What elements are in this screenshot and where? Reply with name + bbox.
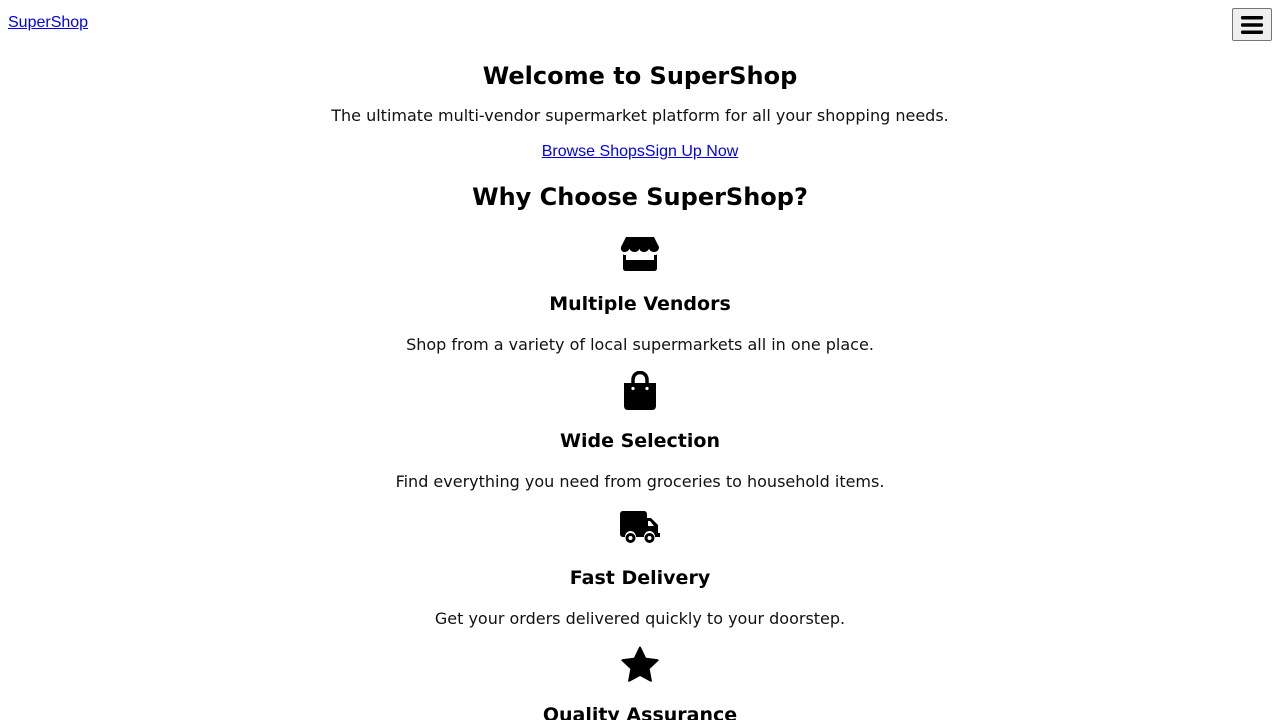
- features-title: Why Choose SuperShop?: [472, 183, 808, 211]
- feature-title: Quality Assurance: [542, 704, 738, 720]
- hamburger-icon: [1240, 15, 1264, 35]
- feature-title: Fast Delivery: [569, 567, 711, 589]
- features-section: Why Choose SuperShop? Multiple Vendors S…: [0, 181, 1280, 720]
- brand-link[interactable]: SuperShop: [8, 14, 88, 32]
- star-icon: [0, 645, 1280, 685]
- store-icon: [0, 234, 1280, 274]
- sign-up-link[interactable]: Sign Up Now: [645, 143, 738, 160]
- feature-description: Shop from a variety of local supermarket…: [406, 335, 874, 354]
- feature-item: Multiple Vendors Shop from a variety of …: [0, 234, 1280, 357]
- truck-icon: [0, 508, 1280, 548]
- feature-title: Wide Selection: [560, 430, 720, 452]
- main-content: Welcome to SuperShop The ultimate multi-…: [0, 60, 1280, 720]
- feature-description: Find everything you need from groceries …: [395, 472, 885, 491]
- menu-button[interactable]: [1232, 8, 1272, 41]
- browse-shops-link[interactable]: Browse Shops: [542, 143, 645, 160]
- feature-description: Get your orders delivered quickly to you…: [434, 609, 846, 628]
- hero-title: Welcome to SuperShop: [482, 62, 798, 90]
- feature-item: Quality Assurance: [0, 645, 1280, 720]
- top-bar: SuperShop: [0, 0, 1280, 50]
- shopping-bag-icon: [0, 371, 1280, 411]
- feature-item: Wide Selection Find everything you need …: [0, 371, 1280, 494]
- hero-section: Welcome to SuperShop The ultimate multi-…: [0, 60, 1280, 164]
- hero-subtitle: The ultimate multi-vendor supermarket pl…: [331, 106, 949, 125]
- hero-actions: Browse ShopsSign Up Now: [0, 140, 1280, 164]
- feature-title: Multiple Vendors: [549, 293, 731, 315]
- feature-item: Fast Delivery Get your orders delivered …: [0, 508, 1280, 631]
